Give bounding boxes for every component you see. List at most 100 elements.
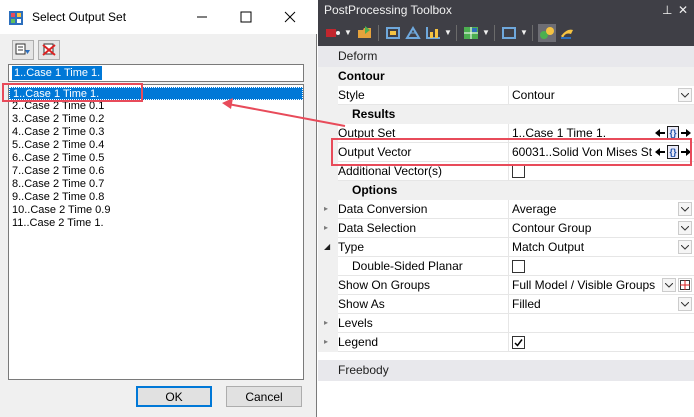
toolbox-titlebar: PostProcessing Toolbox ⊥ ✕ — [318, 0, 694, 20]
toolbar-separator — [532, 25, 533, 41]
chevron-down-icon[interactable] — [678, 221, 692, 235]
data-conversion-row[interactable]: ▸ Data Conversion Average — [318, 200, 694, 219]
options-category[interactable]: Options — [318, 181, 694, 200]
ok-button[interactable]: OK — [136, 386, 212, 407]
list-item[interactable]: 6..Case 2 Time 0.5 — [9, 152, 303, 165]
list-item[interactable]: 10..Case 2 Time 0.9 — [9, 204, 303, 217]
list-item[interactable]: 3..Case 2 Time 0.2 — [9, 113, 303, 126]
additional-vectors-checkbox[interactable] — [512, 165, 525, 178]
chevron-down-icon[interactable] — [678, 202, 692, 216]
model-tool-button[interactable] — [384, 24, 402, 42]
list-item[interactable]: 8..Case 2 Time 0.7 — [9, 178, 303, 191]
paint-tool-button[interactable] — [558, 24, 576, 42]
additional-vectors-cell[interactable] — [508, 162, 694, 181]
expand-icon[interactable]: ▸ — [324, 337, 328, 346]
arrow-left-icon[interactable] — [654, 145, 666, 159]
chevron-down-icon[interactable] — [678, 297, 692, 311]
levels-value-cell[interactable] — [508, 314, 694, 333]
row-margin: ▸ — [318, 314, 338, 333]
output-vector-row[interactable]: Output Vector 60031..Solid Von Mises St … — [318, 143, 694, 162]
chevron-down-icon[interactable]: ▼ — [482, 28, 490, 37]
results-category[interactable]: Results — [318, 105, 694, 124]
deform-tool-button[interactable] — [324, 24, 342, 42]
grid-empty-area — [318, 381, 694, 417]
output-set-value-cell[interactable]: 1..Case 1 Time 1. {} — [508, 124, 694, 143]
list-item[interactable]: 1..Case 1 Time 1. — [9, 87, 303, 100]
show-on-groups-combo[interactable]: Full Model / Visible Groups — [508, 276, 694, 295]
style-combo[interactable]: Contour — [508, 86, 694, 105]
output-vector-label: Output Vector — [338, 143, 508, 162]
expand-icon[interactable]: ▸ — [324, 204, 328, 213]
pin-icon[interactable]: ⊥ — [662, 3, 672, 17]
levels-row[interactable]: ▸ Levels — [318, 314, 694, 333]
chevron-down-icon[interactable]: ▼ — [344, 28, 352, 37]
view-tool-button[interactable] — [462, 24, 480, 42]
expand-icon[interactable]: ▸ — [324, 223, 328, 232]
close-button[interactable] — [268, 0, 312, 34]
legend-row[interactable]: ▸ Legend — [318, 333, 694, 352]
property-grid: Deform Contour Style Contour Results Out… — [318, 46, 694, 417]
app-icon — [9, 11, 23, 25]
type-row[interactable]: ◢ Type Match Output — [318, 238, 694, 257]
graph-tool-button[interactable] — [424, 24, 442, 42]
data-selection-combo[interactable]: Contour Group — [508, 219, 694, 238]
maximize-button[interactable] — [224, 0, 268, 34]
group-picker-icon[interactable] — [678, 278, 692, 292]
dialog-titlebar[interactable]: Select Output Set — [0, 0, 317, 34]
show-as-row[interactable]: Show As Filled — [318, 295, 694, 314]
show-on-groups-row[interactable]: Show On Groups Full Model / Visible Grou… — [318, 276, 694, 295]
freebody-section[interactable]: Freebody — [318, 360, 694, 381]
additional-vectors-row[interactable]: Additional Vector(s) — [318, 162, 694, 181]
close-icon[interactable]: ✕ — [678, 3, 688, 17]
select-list-icon[interactable]: {} — [667, 126, 679, 140]
list-item[interactable]: 4..Case 2 Time 0.3 — [9, 126, 303, 139]
select-all-button[interactable] — [12, 40, 34, 60]
output-set-row[interactable]: Output Set 1..Case 1 Time 1. {} — [318, 124, 694, 143]
open-file-button[interactable] — [356, 24, 374, 42]
output-vector-value: 60031..Solid Von Mises St — [512, 145, 653, 159]
cancel-button[interactable]: Cancel — [226, 386, 302, 407]
deform-section[interactable]: Deform — [318, 46, 694, 67]
expand-icon[interactable]: ▸ — [324, 318, 328, 327]
data-conversion-combo[interactable]: Average — [508, 200, 694, 219]
selected-output-field[interactable]: 1..Case 1 Time 1. — [8, 64, 304, 82]
paint-icon — [561, 29, 573, 39]
type-value: Match Output — [512, 240, 585, 254]
list-item[interactable]: 2..Case 2 Time 0.1 — [9, 100, 303, 113]
animate-tool-button[interactable] — [538, 24, 556, 42]
chevron-down-icon[interactable]: ▼ — [520, 28, 528, 37]
double-sided-planar-checkbox[interactable] — [512, 260, 525, 273]
chevron-down-icon[interactable] — [678, 240, 692, 254]
toolbar-separator — [494, 25, 495, 41]
show-as-combo[interactable]: Filled — [508, 295, 694, 314]
list-item[interactable]: 9..Case 2 Time 0.8 — [9, 191, 303, 204]
frame-tool-button[interactable] — [500, 24, 518, 42]
list-item[interactable]: 7..Case 2 Time 0.6 — [9, 165, 303, 178]
chevron-down-icon[interactable]: ▼ — [444, 28, 452, 37]
clear-selection-button[interactable] — [38, 40, 60, 60]
double-sided-planar-row[interactable]: Double-Sided Planar — [318, 257, 694, 276]
style-row[interactable]: Style Contour — [318, 86, 694, 105]
chevron-down-icon[interactable] — [678, 88, 692, 102]
minimize-button[interactable] — [180, 0, 224, 34]
output-set-list[interactable]: 1..Case 1 Time 1. 2..Case 2 Time 0.1 3..… — [8, 84, 304, 380]
legend-cell[interactable] — [508, 333, 694, 352]
graph-icon — [426, 27, 440, 39]
double-sided-planar-cell[interactable] — [508, 257, 694, 276]
mesh-tool-button[interactable] — [404, 24, 422, 42]
arrow-right-icon[interactable] — [680, 126, 692, 140]
arrow-right-icon[interactable] — [680, 145, 692, 159]
type-combo[interactable]: Match Output — [508, 238, 694, 257]
show-as-label: Show As — [338, 295, 508, 314]
chevron-down-icon[interactable] — [662, 278, 676, 292]
legend-checkbox[interactable] — [512, 336, 525, 349]
select-list-icon[interactable]: {} — [667, 145, 679, 159]
list-item[interactable]: 11..Case 2 Time 1. — [9, 217, 303, 230]
arrow-left-icon[interactable] — [654, 126, 666, 140]
contour-category[interactable]: Contour — [318, 67, 694, 86]
data-selection-row[interactable]: ▸ Data Selection Contour Group — [318, 219, 694, 238]
output-vector-value-cell[interactable]: 60031..Solid Von Mises St {} — [508, 143, 694, 162]
row-margin: ◢ — [318, 238, 338, 257]
list-item[interactable]: 5..Case 2 Time 0.4 — [9, 139, 303, 152]
collapse-icon[interactable]: ◢ — [324, 242, 330, 251]
